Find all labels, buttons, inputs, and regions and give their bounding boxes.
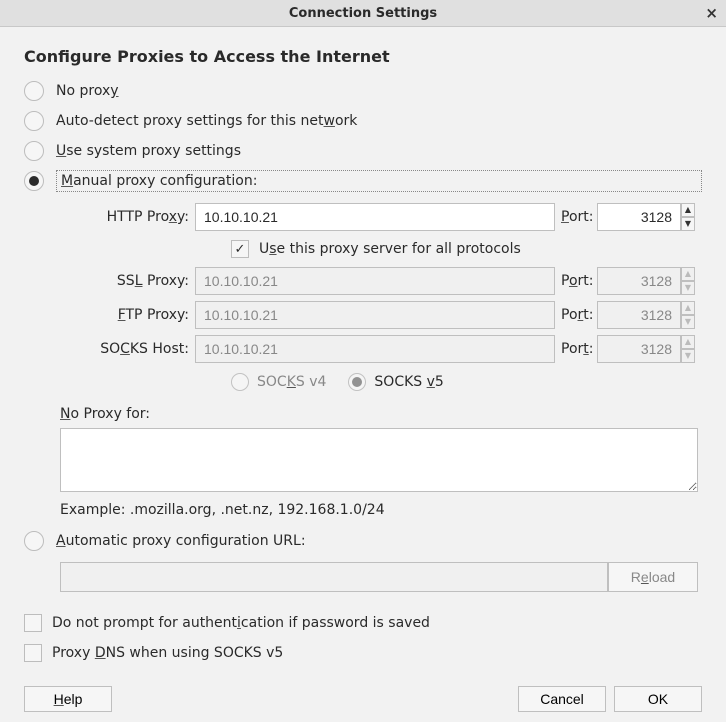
cancel-button[interactable]: Cancel bbox=[518, 686, 606, 712]
socks-port bbox=[597, 335, 681, 363]
chevron-down-icon: ▼ bbox=[681, 281, 695, 295]
checkbox-proxy-dns-label: Proxy DNS when using SOCKS v5 bbox=[52, 645, 283, 661]
section-heading: Configure Proxies to Access the Internet bbox=[24, 47, 702, 66]
ftp-proxy-host bbox=[195, 301, 555, 329]
radio-socks-v4-label: SOCKS v4 bbox=[257, 374, 326, 390]
http-port-spinner[interactable]: ▲ ▼ bbox=[681, 203, 695, 231]
ssl-proxy-port bbox=[597, 267, 681, 295]
socks-host-label: SOCKS Host: bbox=[60, 341, 195, 357]
radio-socks-v5 bbox=[348, 373, 366, 391]
auto-url-input bbox=[60, 562, 608, 592]
close-icon[interactable]: × bbox=[705, 4, 718, 22]
ssl-port-label: Port: bbox=[555, 273, 597, 289]
radio-system-proxy-label: Use system proxy settings bbox=[56, 143, 241, 159]
radio-socks-v4 bbox=[231, 373, 249, 391]
radio-auto-url-label: Automatic proxy configuration URL: bbox=[56, 533, 306, 549]
checkbox-no-auth-prompt-label: Do not prompt for authentication if pass… bbox=[52, 615, 430, 631]
radio-auto-url[interactable] bbox=[24, 531, 44, 551]
ftp-port-label: Port: bbox=[555, 307, 597, 323]
help-button[interactable]: Help bbox=[24, 686, 112, 712]
ftp-proxy-port bbox=[597, 301, 681, 329]
http-port-label: Port: bbox=[555, 209, 597, 225]
chevron-down-icon: ▼ bbox=[681, 349, 695, 363]
checkbox-no-auth-prompt[interactable] bbox=[24, 614, 42, 632]
ssl-proxy-label: SSL Proxy: bbox=[60, 273, 195, 289]
dialog-content: Configure Proxies to Access the Internet… bbox=[0, 27, 726, 680]
radio-manual-proxy[interactable] bbox=[24, 171, 44, 191]
socks-host bbox=[195, 335, 555, 363]
radio-auto-detect-label: Auto-detect proxy settings for this netw… bbox=[56, 113, 357, 129]
radio-no-proxy[interactable] bbox=[24, 81, 44, 101]
checkbox-use-for-all[interactable] bbox=[231, 240, 249, 258]
ftp-port-spinner: ▲ ▼ bbox=[681, 301, 695, 329]
no-proxy-for-label: No Proxy for: bbox=[60, 406, 702, 422]
ssl-port-spinner: ▲ ▼ bbox=[681, 267, 695, 295]
manual-proxy-grid: HTTP Proxy: Port: ▲ ▼ Use this proxy ser… bbox=[60, 200, 702, 398]
radio-auto-detect[interactable] bbox=[24, 111, 44, 131]
title-bar: Connection Settings × bbox=[0, 0, 726, 27]
http-proxy-port[interactable] bbox=[597, 203, 681, 231]
chevron-up-icon[interactable]: ▲ bbox=[681, 203, 695, 217]
window-title: Connection Settings bbox=[289, 6, 437, 21]
no-proxy-example: Example: .mozilla.org, .net.nz, 192.168.… bbox=[60, 502, 702, 518]
chevron-down-icon[interactable]: ▼ bbox=[681, 217, 695, 231]
radio-socks-v5-label: SOCKS v5 bbox=[374, 374, 443, 390]
checkbox-use-for-all-label: Use this proxy server for all protocols bbox=[259, 241, 521, 257]
radio-system-proxy[interactable] bbox=[24, 141, 44, 161]
chevron-up-icon: ▲ bbox=[681, 335, 695, 349]
ok-button[interactable]: OK bbox=[614, 686, 702, 712]
checkbox-proxy-dns[interactable] bbox=[24, 644, 42, 662]
chevron-down-icon: ▼ bbox=[681, 315, 695, 329]
ssl-proxy-host bbox=[195, 267, 555, 295]
socks-port-label: Port: bbox=[555, 341, 597, 357]
chevron-up-icon: ▲ bbox=[681, 301, 695, 315]
chevron-up-icon: ▲ bbox=[681, 267, 695, 281]
http-proxy-label: HTTP Proxy: bbox=[60, 209, 195, 225]
radio-no-proxy-label: No proxy bbox=[56, 83, 119, 99]
ftp-proxy-label: FTP Proxy: bbox=[60, 307, 195, 323]
no-proxy-for-input[interactable] bbox=[60, 428, 698, 492]
socks-port-spinner: ▲ ▼ bbox=[681, 335, 695, 363]
reload-button: Reload bbox=[608, 562, 698, 592]
http-proxy-host[interactable] bbox=[195, 203, 555, 231]
dialog-button-bar: Help Cancel OK bbox=[0, 686, 726, 712]
radio-manual-proxy-label: Manual proxy configuration: bbox=[56, 170, 702, 192]
